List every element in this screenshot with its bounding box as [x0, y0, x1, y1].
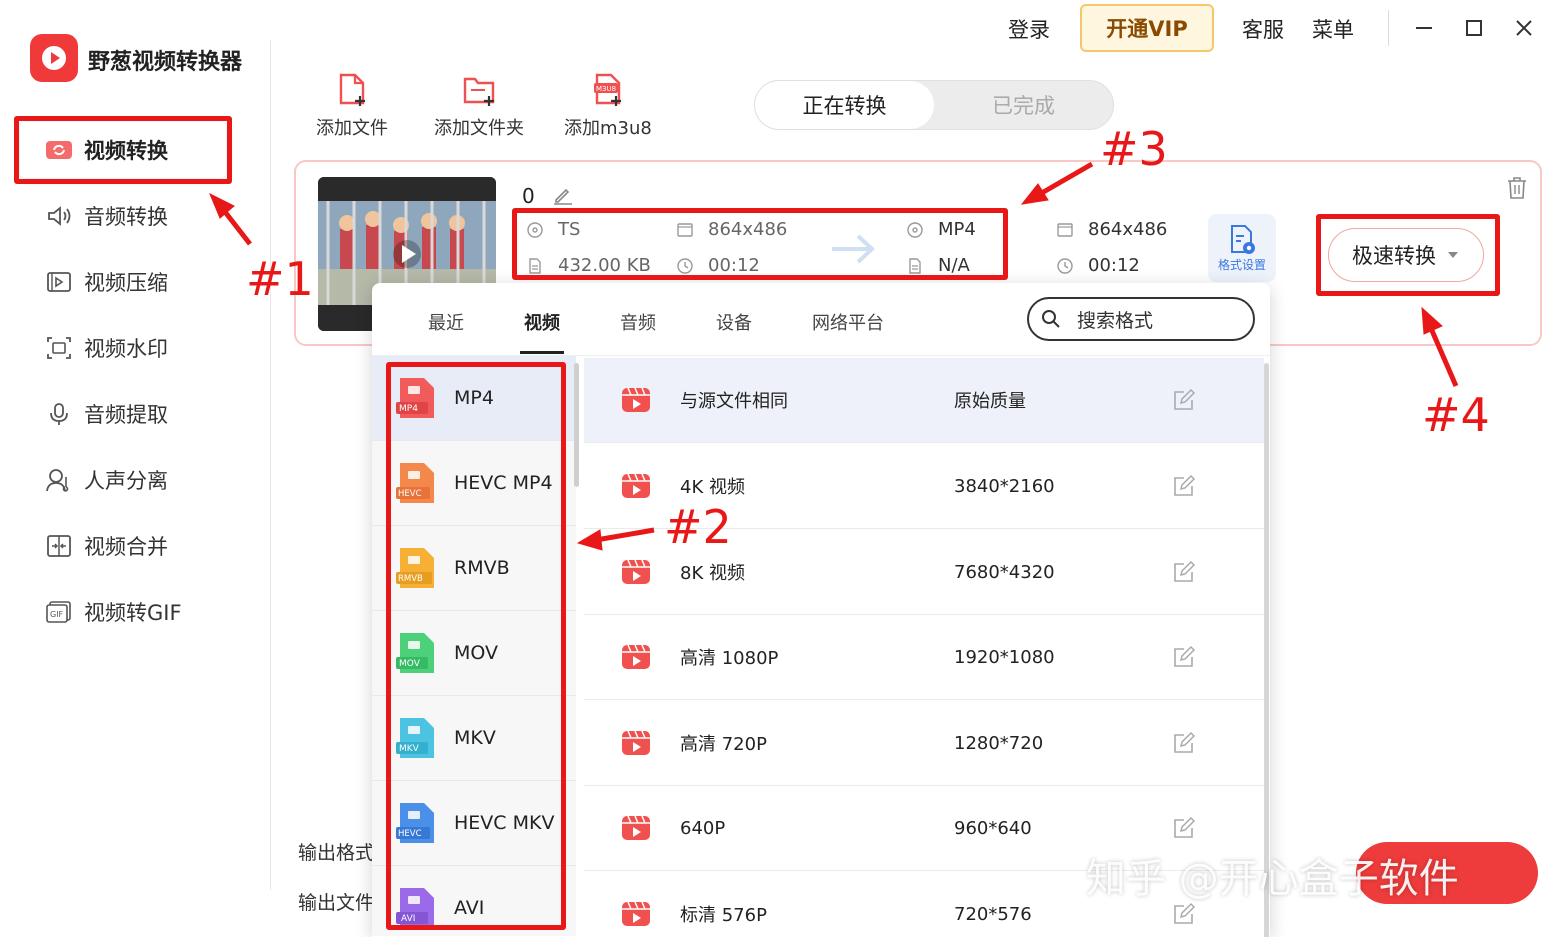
annotation-label-1: #1 [246, 252, 314, 306]
annotation-label-2: #2 [664, 500, 732, 554]
app-window: 野葱视频转换器 视频转换 音频转换 视频压缩 视频水印 音频提取 人声分离 视频… [0, 0, 1552, 937]
annotation-arrows [209, 161, 1459, 551]
annotation-label-4: #4 [1422, 388, 1490, 442]
watermark-text: 知乎 @开心盒子软件 [1086, 856, 1459, 902]
annotation-label-3: #3 [1100, 122, 1168, 176]
